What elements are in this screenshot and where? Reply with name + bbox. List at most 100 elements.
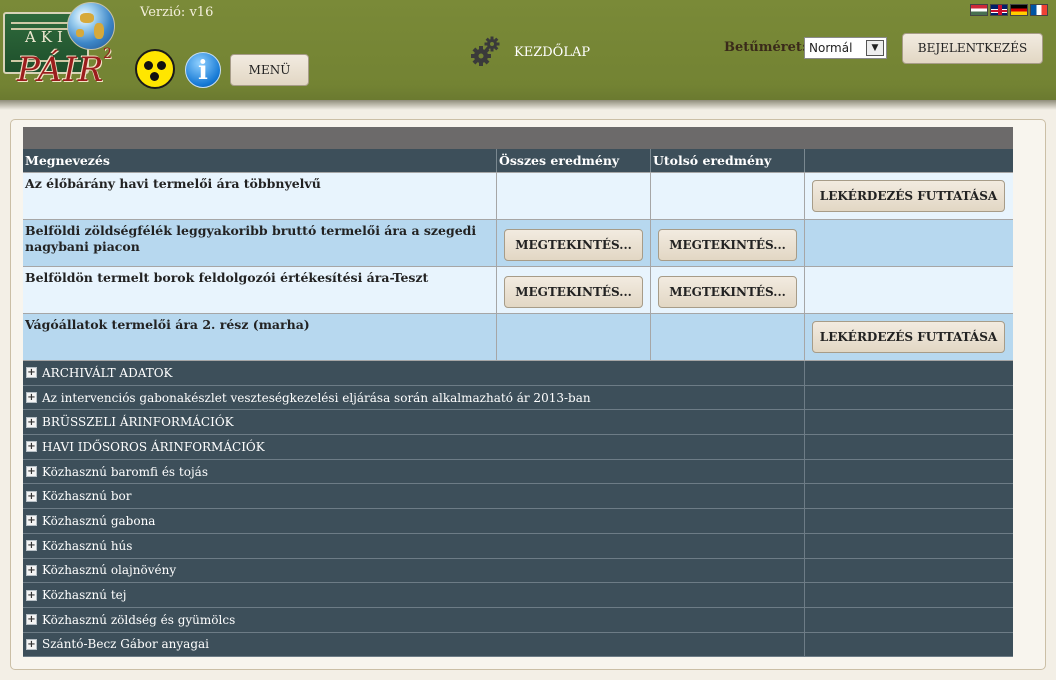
group-row: + Közhasznú tej	[23, 583, 1013, 608]
group-toggle[interactable]: + Szántó-Becz Gábor anyagai	[23, 632, 805, 657]
font-size-label: Betűméret:	[724, 40, 807, 55]
row-all-results	[497, 314, 651, 360]
group-toggle[interactable]: + Az intervenciós gabonakészlet vesztesé…	[23, 385, 805, 410]
aki-pair-logo[interactable]: AKI PÁIR 2	[3, 2, 115, 94]
group-row: + Közhasznú hús	[23, 533, 1013, 559]
table-row: Belföldi zöldségfélék leggyakoribb brutt…	[23, 220, 1013, 267]
view-last-result-button[interactable]: MEGTEKINTÉS...	[658, 276, 797, 308]
group-row-spacer	[805, 484, 1013, 508]
column-header-all-results: Összes eredmény	[497, 149, 651, 172]
expand-plus-icon[interactable]: +	[26, 490, 37, 502]
group-toggle[interactable]: + Közhasznú bor	[23, 484, 805, 509]
group-toggle[interactable]: + Közhasznú zöldség és gyümölcs	[23, 607, 805, 632]
group-toggle[interactable]: + Közhasznú baromfi és tojás	[23, 459, 805, 484]
font-size-value: Normál	[809, 41, 853, 55]
chevron-down-icon: ▼	[866, 40, 884, 56]
uk-flag-icon[interactable]	[990, 4, 1008, 16]
expand-plus-icon[interactable]: +	[26, 614, 37, 626]
report-table: Megnevezés Összes eredmény Utolsó eredmé…	[23, 127, 1013, 658]
group-row: + Közhasznú bor	[23, 484, 1013, 510]
row-actions: LEKÉRDEZÉS FUTTATÁSA	[805, 173, 1013, 219]
group-label: Közhasznú bor	[42, 489, 132, 504]
group-row: + ARCHIVÁLT ADATOK	[23, 361, 1013, 386]
group-toggle[interactable]: + HAVI IDŐSOROS ÁRINFORMÁCIÓK	[23, 435, 805, 459]
row-actions: LEKÉRDEZÉS FUTTATÁSA	[805, 314, 1013, 360]
view-last-result-button[interactable]: MEGTEKINTÉS...	[658, 229, 797, 261]
run-query-button[interactable]: LEKÉRDEZÉS FUTTATÁSA	[812, 180, 1005, 212]
french-flag-icon[interactable]	[1030, 4, 1048, 16]
group-row-spacer	[805, 361, 1013, 385]
row-all-results: MEGTEKINTÉS...	[497, 267, 651, 313]
group-toggle[interactable]: + Közhasznú olajnövény	[23, 558, 805, 583]
table-row: Belföldön termelt borok feldolgozói érté…	[23, 267, 1013, 314]
expand-plus-icon[interactable]: +	[26, 416, 37, 428]
hungarian-flag-icon[interactable]	[970, 4, 988, 16]
group-row-spacer	[805, 534, 1013, 558]
column-header-actions	[805, 149, 1013, 172]
expand-plus-icon[interactable]: +	[26, 392, 37, 404]
view-all-results-button[interactable]: MEGTEKINTÉS...	[504, 229, 643, 261]
group-row-spacer	[805, 583, 1013, 607]
expand-plus-icon[interactable]: +	[26, 367, 37, 379]
group-label: Közhasznú olajnövény	[42, 563, 177, 578]
group-toggle[interactable]: + Közhasznú gabona	[23, 509, 805, 533]
expand-plus-icon[interactable]: +	[26, 638, 37, 650]
group-row-spacer	[805, 386, 1013, 410]
table-top-bar	[23, 127, 1013, 149]
group-label: Közhasznú gabona	[42, 513, 156, 528]
expand-plus-icon[interactable]: +	[26, 441, 37, 453]
group-row: + Közhasznú zöldség és gyümölcs	[23, 607, 1013, 633]
info-icon[interactable]: i	[185, 52, 221, 88]
group-row-spacer	[805, 509, 1013, 533]
row-last-result	[651, 173, 805, 219]
view-all-results-button[interactable]: MEGTEKINTÉS...	[504, 276, 643, 308]
table-row: Az élőbárány havi termelői ára többnyelv…	[23, 173, 1013, 220]
group-label: Az intervenciós gabonakészlet veszteségk…	[42, 390, 591, 405]
row-all-results	[497, 173, 651, 219]
group-row: + Közhasznú baromfi és tojás	[23, 459, 1013, 485]
gears-icon	[471, 36, 500, 66]
menu-button[interactable]: MENÜ	[230, 54, 309, 86]
expand-plus-icon[interactable]: +	[26, 515, 37, 527]
home-link[interactable]: KEZDŐLAP	[470, 36, 590, 68]
logo-superscript: 2	[103, 46, 112, 62]
group-label: BRÜSSZELI ÁRINFORMÁCIÓK	[42, 415, 234, 430]
row-last-result: MEGTEKINTÉS...	[651, 220, 805, 266]
group-row: + BRÜSSZELI ÁRINFORMÁCIÓK	[23, 410, 1013, 436]
group-row-spacer	[805, 460, 1013, 484]
row-all-results: MEGTEKINTÉS...	[497, 220, 651, 266]
group-toggle[interactable]: + BRÜSSZELI ÁRINFORMÁCIÓK	[23, 410, 805, 435]
row-last-result	[651, 314, 805, 360]
expand-plus-icon[interactable]: +	[26, 564, 37, 576]
group-toggle[interactable]: + Közhasznú hús	[23, 533, 805, 558]
globe-icon	[67, 2, 115, 50]
expand-plus-icon[interactable]: +	[26, 540, 37, 552]
row-name: Belföldön termelt borok feldolgozói érté…	[23, 267, 497, 313]
expand-plus-icon[interactable]: +	[26, 589, 37, 601]
language-flags	[970, 4, 1048, 16]
group-toggle[interactable]: + ARCHIVÁLT ADATOK	[23, 361, 805, 385]
table-header-row: Megnevezés Összes eredmény Utolsó eredmé…	[23, 149, 1013, 173]
group-label: Közhasznú tej	[42, 588, 127, 603]
group-label: Szántó-Becz Gábor anyagai	[42, 637, 209, 652]
table-row: Vágóállatok termelői ára 2. rész (marha)…	[23, 314, 1013, 361]
logo-aki-text: AKI	[25, 28, 68, 46]
german-flag-icon[interactable]	[1010, 4, 1028, 16]
group-label: Közhasznú baromfi és tojás	[42, 464, 208, 479]
home-label: KEZDŐLAP	[514, 44, 591, 60]
row-name: Vágóállatok termelői ára 2. rész (marha)	[23, 314, 497, 360]
expand-plus-icon[interactable]: +	[26, 466, 37, 478]
font-size-select[interactable]: Normál ▼	[804, 37, 887, 59]
logo-pair-text: PÁIR	[17, 50, 105, 90]
login-button[interactable]: BEJELENTKEZÉS	[902, 33, 1043, 64]
group-row-spacer	[805, 435, 1013, 459]
header: AKI PÁIR 2 Verzió: v16 i MENÜ KEZDŐLAP B…	[0, 0, 1056, 100]
group-row: + Közhasznú gabona	[23, 509, 1013, 534]
group-toggle[interactable]: + Közhasznú tej	[23, 583, 805, 607]
accessibility-icon[interactable]	[135, 49, 175, 89]
row-actions	[805, 267, 1013, 313]
row-name: Az élőbárány havi termelői ára többnyelv…	[23, 173, 497, 219]
version-label: Verzió: v16	[140, 5, 214, 20]
group-row: + HAVI IDŐSOROS ÁRINFORMÁCIÓK	[23, 435, 1013, 460]
run-query-button[interactable]: LEKÉRDEZÉS FUTTATÁSA	[812, 321, 1005, 353]
